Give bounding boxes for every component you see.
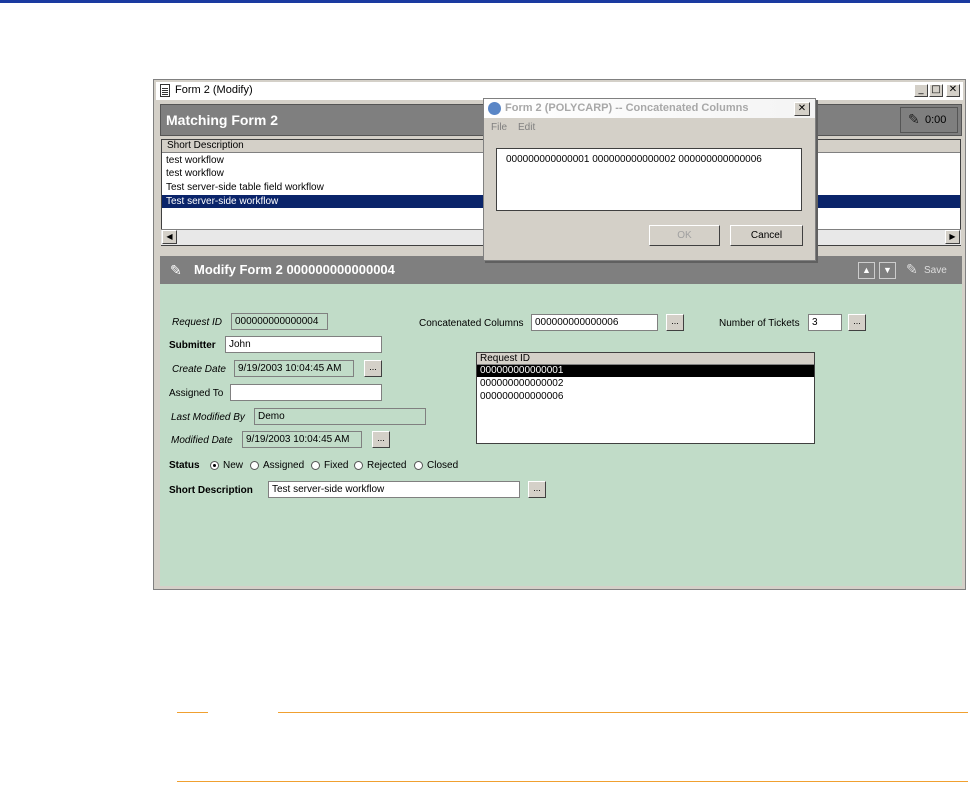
number-of-tickets-label: Number of Tickets <box>719 318 800 329</box>
short-description-label: Short Description <box>169 485 253 496</box>
status-radio-assigned[interactable] <box>250 461 259 470</box>
scroll-right-icon[interactable]: ▶ <box>945 230 960 244</box>
modified-date-field: 9/19/2003 10:04:45 AM <box>242 431 362 448</box>
close-button[interactable]: ✕ <box>946 84 960 97</box>
globe-icon <box>488 102 501 115</box>
modify-title: Modify Form 2 000000000000004 <box>194 262 395 277</box>
short-description-field[interactable]: Test server-side workflow <box>268 481 520 498</box>
dialog-content-text: 000000000000001 000000000000002 00000000… <box>506 154 762 165</box>
submitter-label: Submitter <box>169 340 216 351</box>
status-option-new: New <box>223 460 244 471</box>
note-rule-left <box>177 712 208 713</box>
request-id-field: 000000000000004 <box>231 313 328 330</box>
status-option-rejected: Rejected <box>367 460 407 471</box>
table-row-selected[interactable]: 000000000000001 <box>477 365 814 377</box>
last-modified-by-label: Last Modified By <box>171 412 245 423</box>
create-date-field: 9/19/2003 10:04:45 AM <box>234 360 354 377</box>
dialog-title: Form 2 (POLYCARP) -- Concatenated Column… <box>505 102 749 114</box>
status-radio-fixed[interactable] <box>311 461 320 470</box>
note-rule-bottom <box>177 781 968 782</box>
save-button[interactable]: Save <box>924 265 947 276</box>
request-table-header-label: Request ID <box>480 353 531 364</box>
top-rule <box>0 0 970 3</box>
dialog-ok-button[interactable]: OK <box>649 225 720 246</box>
dialog-menu-edit[interactable]: Edit <box>518 122 535 133</box>
dialog-menu-file[interactable]: File <box>491 122 507 133</box>
status-radio-closed[interactable] <box>414 461 423 470</box>
status-option-fixed: Fixed <box>324 460 349 471</box>
dialog-close-button[interactable]: ✕ <box>794 102 810 116</box>
save-pencil-icon: ✎ <box>906 261 918 277</box>
next-down-icon[interactable]: ▼ <box>879 262 896 279</box>
create-date-label: Create Date <box>172 364 226 375</box>
status-option-assigned: Assigned <box>263 460 305 471</box>
dialog-cancel-button[interactable]: Cancel <box>730 225 803 246</box>
status-radio-new[interactable] <box>210 461 219 470</box>
status-radio-rejected[interactable] <box>354 461 363 470</box>
timer-icon: ✎ <box>908 111 920 127</box>
assigned-to-field[interactable] <box>230 384 382 401</box>
number-of-tickets-field[interactable]: 3 <box>808 314 842 331</box>
table-row[interactable]: 000000000000002 <box>477 378 814 390</box>
minimize-button[interactable]: _ <box>914 84 928 97</box>
table-row[interactable]: 000000000000006 <box>477 391 814 403</box>
previous-up-icon[interactable]: ▲ <box>858 262 875 279</box>
maximize-button[interactable]: □ <box>929 84 943 97</box>
short-description-expand-button[interactable]: ... <box>528 481 546 498</box>
window-title: Form 2 (Modify) <box>175 84 253 96</box>
status-label: Status <box>169 460 200 471</box>
list-column-header-label: Short Description <box>167 140 244 151</box>
status-option-closed: Closed <box>427 460 459 471</box>
form-icon <box>160 84 170 97</box>
create-date-picker-button[interactable]: ... <box>364 360 382 377</box>
scroll-left-icon[interactable]: ◀ <box>162 230 177 244</box>
concatenated-columns-label: Concatenated Columns <box>419 318 524 329</box>
number-of-tickets-button[interactable]: ... <box>848 314 866 331</box>
submitter-field[interactable]: John <box>225 336 382 353</box>
last-modified-by-field: Demo <box>254 408 426 425</box>
concatenated-columns-button[interactable]: ... <box>666 314 684 331</box>
timer-text: 0:00 <box>925 114 947 126</box>
note-rule-right <box>278 712 968 713</box>
concatenated-columns-field[interactable]: 000000000000006 <box>531 314 658 331</box>
request-id-label: Request ID <box>172 317 223 328</box>
assigned-to-label: Assigned To <box>169 388 224 399</box>
pencil-icon: ✎ <box>170 262 182 278</box>
modified-date-label: Modified Date <box>171 435 233 446</box>
modified-date-picker-button[interactable]: ... <box>372 431 390 448</box>
results-header-title: Matching Form 2 <box>166 112 279 128</box>
